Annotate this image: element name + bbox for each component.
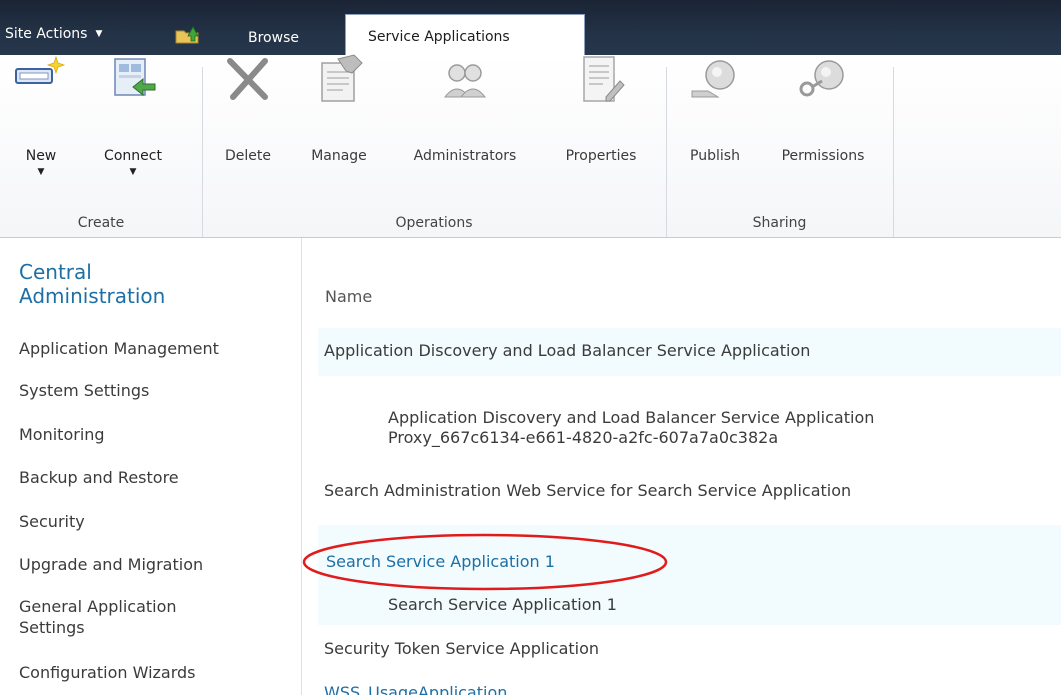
top-bar: Site Actions ▼ Browse Service Applicatio… xyxy=(0,0,1061,56)
chevron-down-icon: ▼ xyxy=(129,167,137,177)
connect-icon xyxy=(114,58,156,97)
connect-button[interactable]: Connect ▼ xyxy=(98,55,168,202)
navigate-up-icon[interactable] xyxy=(175,24,201,44)
nav-title-line1: Central xyxy=(19,260,92,284)
nav-item-monitoring[interactable]: Monitoring xyxy=(19,424,105,445)
new-icon xyxy=(15,55,66,84)
delete-button[interactable]: Delete xyxy=(215,55,281,202)
publish-button[interactable]: Publish xyxy=(676,55,754,202)
tab-label: Service Applications xyxy=(368,29,510,45)
nav-item-system-settings[interactable]: System Settings xyxy=(19,380,149,401)
group-label-operations: Operations xyxy=(395,215,473,231)
group-separator xyxy=(202,67,203,237)
tab-service-applications[interactable]: Service Applications xyxy=(345,14,585,56)
publish-icon xyxy=(691,60,735,98)
administrators-icon xyxy=(443,64,487,98)
list-item[interactable]: Search Administration Web Service for Se… xyxy=(318,470,1061,525)
nav-item-security[interactable]: Security xyxy=(19,511,85,532)
list-item-name-line2: Proxy_667c6134-e661-4820-a2fc-607a7a0c38… xyxy=(388,428,779,447)
list-item-name: Application Discovery and Load Balancer … xyxy=(324,341,811,360)
list-item-link[interactable]: WSS_UsageApplication xyxy=(324,683,507,695)
new-button[interactable]: New ▼ xyxy=(15,55,66,202)
administrators-label: Administrators xyxy=(413,148,517,164)
central-administration-link[interactable]: Central Administration xyxy=(19,260,165,308)
nav-item-general-application-settings[interactable]: General Application Settings xyxy=(19,596,177,638)
publish-label: Publish xyxy=(690,148,740,164)
manage-label: Manage xyxy=(311,148,367,164)
delete-icon xyxy=(227,58,268,100)
new-label: New xyxy=(25,148,57,164)
column-header-name[interactable]: Name xyxy=(325,287,372,306)
group-separator xyxy=(666,67,667,237)
list-item[interactable]: WSS_UsageApplication xyxy=(318,677,1061,695)
list-item[interactable]: Security Token Service Application xyxy=(318,625,1061,677)
permissions-icon xyxy=(799,60,844,97)
nav-item-label: Settings xyxy=(19,618,85,637)
chevron-down-icon: ▼ xyxy=(37,167,45,177)
nav-item-upgrade-and-migration[interactable]: Upgrade and Migration xyxy=(19,554,203,575)
chevron-down-icon: ▼ xyxy=(95,29,103,39)
list-item-name: Security Token Service Application xyxy=(324,639,600,658)
site-actions-menu[interactable]: Site Actions ▼ xyxy=(5,26,102,42)
list-item-name: Application Discovery and Load Balancer … xyxy=(388,408,875,427)
list-item[interactable]: Application Discovery and Load Balancer … xyxy=(318,376,1061,470)
group-label-sharing: Sharing xyxy=(752,215,807,231)
properties-label: Properties xyxy=(565,148,637,164)
list-item-name: Search Service Application 1 xyxy=(388,595,617,614)
manage-icon xyxy=(321,54,363,102)
nav-item-label: General Application xyxy=(19,597,177,616)
group-label-create: Create xyxy=(77,215,125,231)
delete-label: Delete xyxy=(225,148,271,164)
site-actions-label: Site Actions xyxy=(5,26,88,42)
permissions-label: Permissions xyxy=(781,148,865,164)
properties-button[interactable]: Properties xyxy=(548,55,654,202)
left-navigation: Central Administration Application Manag… xyxy=(0,238,302,695)
nav-item-configuration-wizards[interactable]: Configuration Wizards xyxy=(19,662,196,683)
manage-button[interactable]: Manage xyxy=(296,54,382,202)
properties-icon xyxy=(583,56,625,102)
ribbon: New ▼ Connect ▼ Delete Manage Administra… xyxy=(0,54,1061,238)
nav-item-application-management[interactable]: Application Management xyxy=(19,338,219,359)
nav-title-line2: Administration xyxy=(19,284,166,308)
nav-item-backup-and-restore[interactable]: Backup and Restore xyxy=(19,467,179,488)
permissions-button[interactable]: Permissions xyxy=(762,55,884,202)
tab-browse[interactable]: Browse xyxy=(232,22,338,55)
list-item-name: Search Administration Web Service for Se… xyxy=(324,481,852,500)
tab-label: Browse xyxy=(248,30,299,46)
highlight-ellipse xyxy=(302,533,668,591)
connect-label: Connect xyxy=(104,148,162,164)
administrators-button[interactable]: Administrators xyxy=(390,55,540,202)
group-separator xyxy=(893,67,894,237)
list-item[interactable]: Application Discovery and Load Balancer … xyxy=(318,328,1061,376)
